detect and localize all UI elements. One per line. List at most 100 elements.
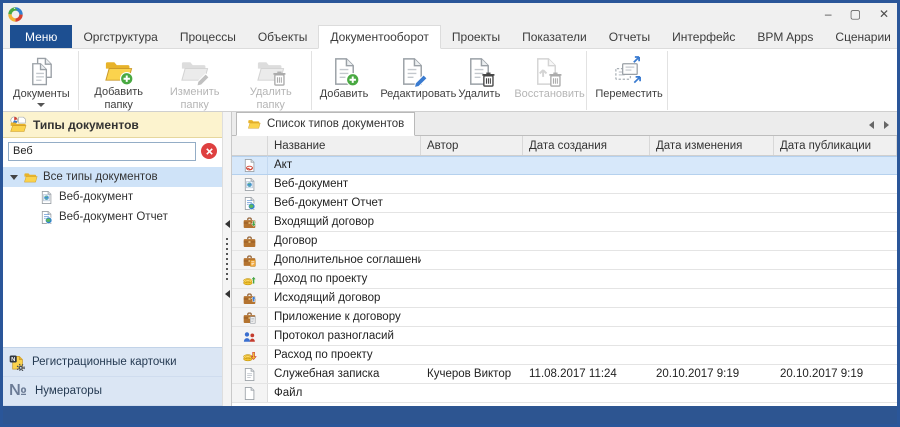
cell-modified	[650, 308, 774, 326]
maximize-button[interactable]: ▢	[850, 8, 861, 20]
menu-tab-показатели[interactable]: Показатели	[511, 25, 598, 48]
column-header-0[interactable]: Название	[268, 136, 421, 155]
ribbon-button-label: Удалить папку	[239, 86, 303, 112]
ribbon-button-label: Редактировать	[380, 88, 444, 101]
table-row[interactable]: Служебная запискаКучеров Виктор11.08.201…	[232, 365, 897, 384]
menu-tab-bar: МенюОргструктураПроцессыОбъектыДокументо…	[3, 25, 897, 49]
cell-author	[421, 194, 523, 212]
ribbon-group: Добавить папкуИзменить папкуУдалить папк…	[79, 51, 312, 110]
menu-tab-проекты[interactable]: Проекты	[441, 25, 511, 48]
table-row[interactable]: Расход по проекту	[232, 346, 897, 365]
doc-types-search-input[interactable]	[8, 142, 196, 161]
doc-lines-icon	[232, 365, 268, 383]
menu-tab-меню[interactable]: Меню	[10, 25, 72, 48]
table-row[interactable]: Веб-документ Отчет	[232, 194, 897, 213]
ribbon-button-documents[interactable]: Документы	[7, 51, 76, 110]
collapse-left-icon[interactable]	[225, 220, 230, 228]
cell-author	[421, 384, 523, 402]
ribbon-button-folder-add[interactable]: Добавить папку	[81, 51, 157, 110]
table-body: АктВеб-документВеб-документ ОтчетВходящи…	[232, 156, 897, 406]
column-header-4[interactable]: Дата публикации	[774, 136, 897, 155]
doc-add-icon	[329, 55, 360, 88]
table-row[interactable]: Протокол разногласий	[232, 327, 897, 346]
table-row[interactable]: Акт	[232, 156, 897, 175]
tree-item-doc-type[interactable]: Веб-документ Отчет	[3, 207, 222, 227]
table-row[interactable]: Файл	[232, 384, 897, 403]
cell-created	[523, 156, 650, 174]
cell-author	[421, 232, 523, 250]
ribbon-button-folder-edit: Изменить папку	[157, 51, 233, 110]
cell-name: Файл	[268, 384, 421, 402]
ribbon-group: Документы	[5, 51, 79, 110]
table-row[interactable]: Веб-документ	[232, 175, 897, 194]
tab-scroll-left-icon[interactable]	[869, 121, 874, 129]
table-row[interactable]: Исходящий договор	[232, 289, 897, 308]
column-header-3[interactable]: Дата изменения	[650, 136, 774, 155]
column-header-icon[interactable]	[232, 136, 268, 155]
doc-globe-icon	[39, 190, 54, 205]
cell-created	[523, 308, 650, 326]
clear-search-icon[interactable]	[201, 143, 217, 159]
table-row[interactable]: Приложение к договору	[232, 308, 897, 327]
ribbon-button-folder-delete: Удалить папку	[233, 51, 309, 110]
table-row[interactable]: Доход по проекту	[232, 270, 897, 289]
ribbon-button-label: Переместить	[595, 88, 659, 101]
app-logo-icon	[7, 6, 24, 23]
cell-author	[421, 175, 523, 193]
close-button[interactable]: ✕	[879, 8, 889, 20]
ribbon-button-doc-delete[interactable]: Удалить	[450, 51, 508, 110]
menu-tab-bpm-apps[interactable]: BPM Apps	[746, 25, 824, 48]
cell-published	[774, 270, 897, 288]
ribbon-button-move[interactable]: Переместить	[589, 51, 665, 110]
sidebar-splitter[interactable]	[222, 112, 232, 406]
tab-doc-types-list[interactable]: Список типов документов	[236, 112, 415, 136]
cell-name: Служебная записка	[268, 365, 421, 383]
menu-tab-процессы[interactable]: Процессы	[169, 25, 247, 48]
case-icon	[232, 232, 268, 250]
menu-tab-интерфейс[interactable]: Интерфейс	[661, 25, 746, 48]
tree-expander-icon[interactable]	[10, 175, 18, 180]
menu-tab-оргструктура[interactable]: Оргструктура	[72, 25, 168, 48]
tab-scroll-right-icon[interactable]	[884, 121, 889, 129]
menu-tab-сценарии[interactable]: Сценарии	[824, 25, 900, 48]
ribbon-button-doc-add[interactable]: Добавить	[314, 51, 375, 110]
cell-published	[774, 384, 897, 402]
cell-published	[774, 308, 897, 326]
sidebar-section-numerator[interactable]: №Нумераторы	[3, 377, 222, 406]
cell-created	[523, 384, 650, 402]
splitter-grip[interactable]	[226, 238, 228, 280]
menu-tab-документооборот[interactable]: Документооборот	[318, 25, 441, 49]
column-header-2[interactable]: Дата создания	[523, 136, 650, 155]
doc-restore-icon	[531, 55, 562, 88]
status-bar	[3, 406, 897, 424]
title-bar: – ▢ ✕	[3, 3, 897, 25]
doc-globe-report-icon	[232, 194, 268, 212]
table-header: НазваниеАвторДата созданияДата изменения…	[232, 136, 897, 156]
cell-name: Акт	[268, 156, 421, 174]
sidebar-section-label: Регистрационные карточки	[32, 356, 177, 368]
table-row[interactable]: Договор	[232, 232, 897, 251]
tree-item-label: Веб-документ Отчет	[59, 211, 168, 223]
tab-label: Список типов документов	[267, 118, 404, 130]
cell-author: Кучеров Виктор	[421, 365, 523, 383]
ribbon-button-doc-restore: Восстановить	[508, 51, 584, 110]
cell-name: Веб-документ Отчет	[268, 194, 421, 212]
sidebar-section-reg-card[interactable]: NРегистрационные карточки	[3, 348, 222, 377]
main-panel: Список типов документов НазваниеАвторДат…	[232, 112, 897, 406]
collapse-left-icon[interactable]	[225, 290, 230, 298]
cell-name: Дополнительное соглашение	[268, 251, 421, 269]
table-row[interactable]: Дополнительное соглашение	[232, 251, 897, 270]
tree-item-doc-type[interactable]: Веб-документ	[3, 187, 222, 207]
menu-tab-отчеты[interactable]: Отчеты	[598, 25, 661, 48]
cell-published	[774, 346, 897, 364]
cell-author	[421, 308, 523, 326]
menu-tab-объекты[interactable]: Объекты	[247, 25, 319, 48]
tree-item-root[interactable]: Все типы документов	[3, 167, 222, 187]
ribbon-button-doc-edit[interactable]: Редактировать	[374, 51, 450, 110]
cell-name: Расход по проекту	[268, 346, 421, 364]
table-row[interactable]: Входящий договор	[232, 213, 897, 232]
folder-edit-icon	[179, 55, 210, 86]
minimize-button[interactable]: –	[825, 8, 832, 20]
column-header-1[interactable]: Автор	[421, 136, 523, 155]
cell-modified	[650, 346, 774, 364]
